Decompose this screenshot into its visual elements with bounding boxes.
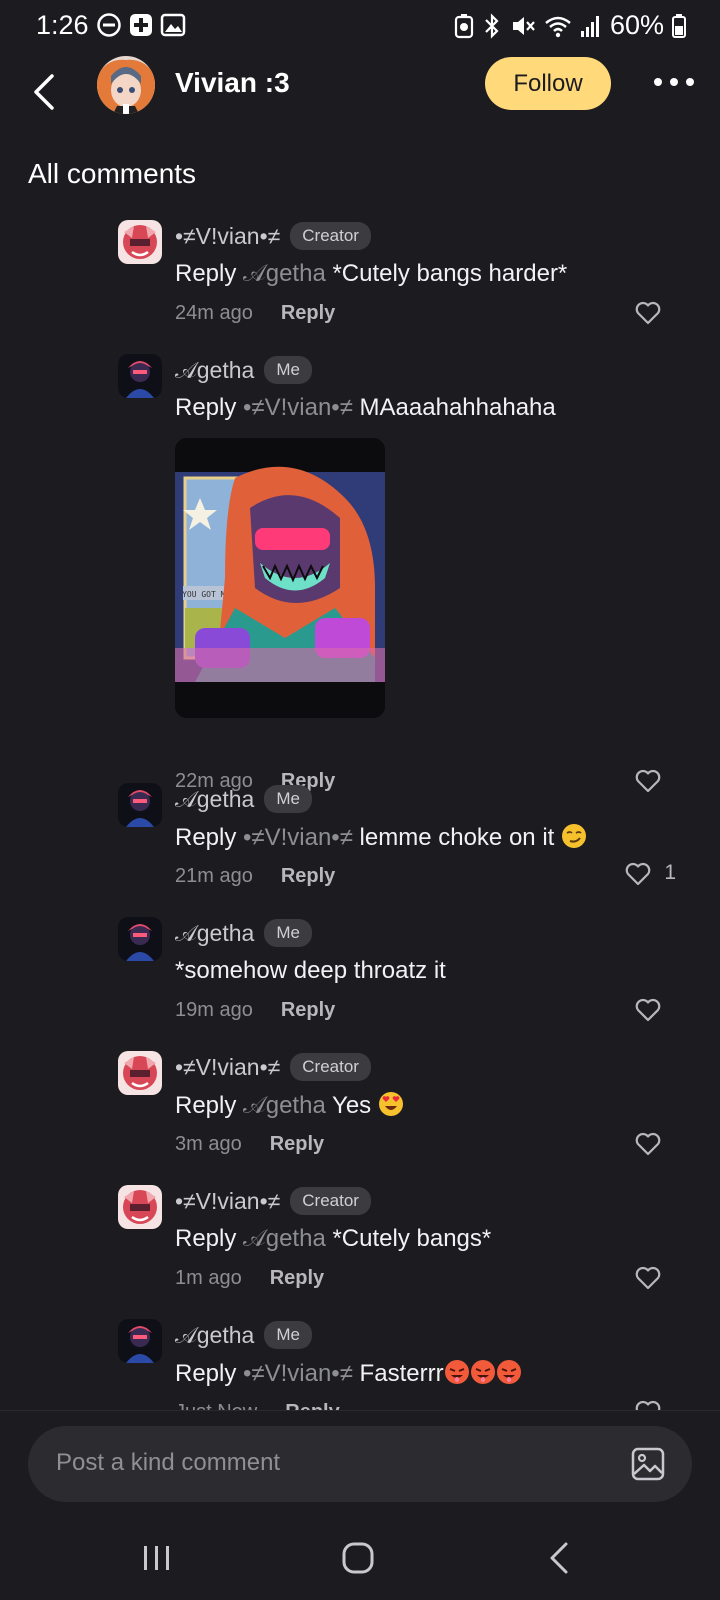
like-heart-icon[interactable] — [634, 1399, 662, 1410]
comment-text: Reply 𝒜getha Yes — [175, 1091, 404, 1120]
mention-link[interactable]: •≠V!vian•≠ — [243, 1360, 353, 1387]
comment-text: Reply 𝒜getha *Cutely bangs* — [175, 1225, 492, 1252]
battery-saver-icon — [454, 13, 474, 38]
like-count: 1 — [664, 861, 676, 884]
bluetooth-icon — [485, 12, 499, 39]
comment-time: Just Now — [175, 1401, 257, 1410]
reply-button[interactable]: Reply — [281, 302, 335, 325]
like-heart-icon[interactable] — [634, 997, 662, 1023]
reply-button[interactable]: Reply — [281, 999, 335, 1022]
comment-composer: Post a kind comment — [0, 1410, 720, 1510]
comment-image[interactable]: YOU GOT MAIL — [175, 438, 385, 718]
hot-face-emoji-icon — [444, 1360, 469, 1384]
like-heart-icon[interactable] — [634, 300, 662, 326]
comment-input-placeholder: Post a kind comment — [56, 1449, 281, 1476]
back-arrow-icon[interactable] — [26, 62, 66, 122]
mute-icon — [512, 16, 535, 35]
comment-input[interactable]: Post a kind comment — [28, 1426, 692, 1502]
user-avatar[interactable] — [118, 917, 162, 961]
gallery-icon — [160, 13, 186, 37]
comment-time: 19m ago — [175, 999, 253, 1021]
mention-link[interactable]: 𝒜getha — [243, 1225, 326, 1252]
signal-icon — [580, 15, 599, 37]
comment-text: Reply •≠V!vian•≠ MAaaahahhahaha — [175, 394, 556, 421]
like-heart-icon[interactable] — [634, 1131, 662, 1157]
system-nav-bar — [0, 1510, 720, 1600]
comment-username[interactable]: 𝒜getha — [175, 357, 254, 384]
mention-link[interactable]: •≠V!vian•≠ — [243, 824, 353, 851]
like-heart-icon[interactable] — [624, 861, 652, 887]
comment-text: Reply •≠V!vian•≠ Fasterrr — [175, 1359, 522, 1388]
comment-text: Reply 𝒜getha *Cutely bangs harder* — [175, 260, 568, 287]
profile-avatar[interactable] — [97, 56, 155, 114]
me-badge: Me — [264, 1321, 312, 1349]
mention-link[interactable]: 𝒜getha — [243, 260, 326, 287]
reply-button[interactable]: Reply — [270, 1267, 324, 1290]
mention-link[interactable]: 𝒜getha — [243, 1092, 326, 1119]
comment-username[interactable]: •≠V!vian•≠ — [175, 1188, 280, 1215]
wifi-icon — [545, 16, 571, 37]
me-badge: Me — [264, 785, 312, 813]
comment-username[interactable]: 𝒜getha — [175, 1322, 254, 1349]
back-nav-icon[interactable] — [540, 1538, 580, 1578]
battery-percent: 60% — [609, 10, 664, 40]
creator-badge: Creator — [290, 1053, 371, 1081]
comment-time: 3m ago — [175, 1133, 242, 1155]
do-not-disturb-icon — [97, 13, 121, 37]
smirk-emoji-icon — [561, 824, 586, 848]
profile-header: Vivian :3 Follow — [0, 52, 720, 132]
app-notification-icon — [130, 14, 152, 36]
comments-screen: 1:26 60% Vivian:3 Follow All comments •… — [0, 0, 720, 1600]
like-heart-icon[interactable] — [634, 768, 662, 794]
image-attach-icon[interactable] — [630, 1446, 666, 1482]
reply-button[interactable]: Reply — [281, 865, 335, 888]
status-time: 1:26 — [36, 10, 89, 40]
more-options-icon[interactable] — [652, 70, 696, 94]
user-avatar[interactable] — [118, 1319, 162, 1363]
comment-username[interactable]: 𝒜getha — [175, 786, 254, 813]
me-badge: Me — [264, 356, 312, 384]
reply-button[interactable]: Reply — [285, 1401, 339, 1410]
creator-badge: Creator — [290, 222, 371, 250]
comment-time: 21m ago — [175, 865, 253, 887]
user-avatar[interactable] — [118, 220, 162, 264]
user-avatar[interactable] — [118, 354, 162, 398]
hot-face-emoji-icon — [470, 1360, 495, 1384]
reply-button[interactable]: Reply — [270, 1133, 324, 1156]
comment-username[interactable]: •≠V!vian•≠ — [175, 223, 280, 250]
section-title: All comments — [28, 158, 197, 189]
profile-name[interactable]: Vivian :3 — [175, 67, 290, 99]
recent-apps-icon[interactable] — [137, 1538, 177, 1578]
follow-button[interactable]: Follow — [485, 57, 611, 110]
comment-time: 24m ago — [175, 302, 253, 324]
mention-link[interactable]: •≠V!vian•≠ — [243, 394, 353, 421]
comment-text: *somehow deep throatz it — [175, 957, 446, 984]
comments-list[interactable]: •≠V!vian•≠ Creator Reply 𝒜getha *Cutely … — [0, 200, 720, 1410]
comment-username[interactable]: •≠V!vian•≠ — [175, 1054, 280, 1081]
me-badge: Me — [264, 919, 312, 947]
user-avatar[interactable] — [118, 783, 162, 827]
user-avatar[interactable] — [118, 1185, 162, 1229]
status-bar: 1:26 60% — [0, 0, 720, 52]
comment-text: Reply •≠V!vian•≠ lemme choke on it — [175, 823, 587, 852]
like-heart-icon[interactable] — [634, 1265, 662, 1291]
hot-face-emoji-icon — [496, 1360, 521, 1384]
comment-time: 1m ago — [175, 1267, 242, 1289]
comment-username[interactable]: 𝒜getha — [175, 920, 254, 947]
battery-icon — [672, 13, 686, 38]
user-avatar[interactable] — [118, 1051, 162, 1095]
heart-eyes-emoji-icon — [378, 1092, 403, 1116]
home-icon[interactable] — [338, 1538, 378, 1578]
creator-badge: Creator — [290, 1187, 371, 1215]
